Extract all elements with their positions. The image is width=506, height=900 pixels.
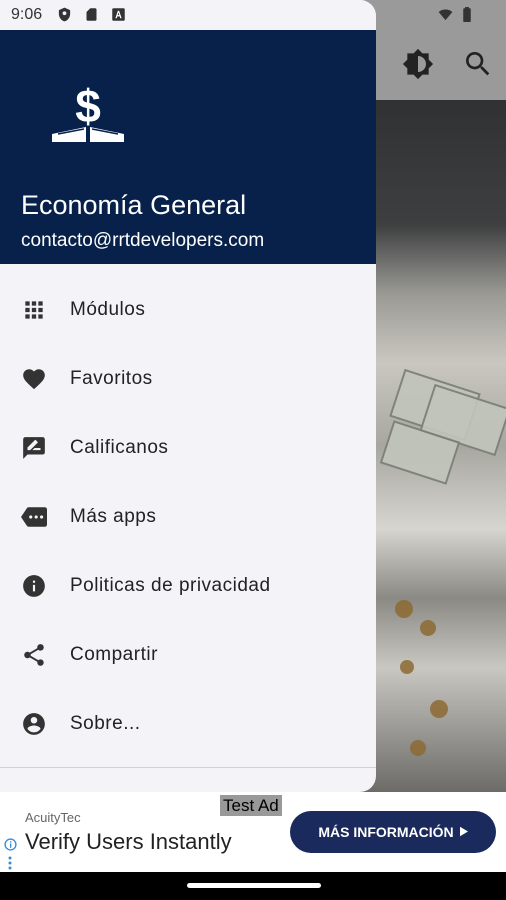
menu-item-compartir[interactable]: Compartir — [0, 625, 376, 685]
shield-icon — [57, 7, 72, 22]
menu-item-calificanos[interactable]: Calificanos — [0, 418, 376, 478]
menu-item-label: Más apps — [70, 506, 157, 527]
menu-item-modulos[interactable]: Módulos — [0, 280, 376, 340]
coin-decoration — [410, 740, 426, 756]
menu-item-label: Favoritos — [70, 368, 153, 389]
coin-decoration — [430, 700, 448, 718]
sim-card-icon — [84, 7, 99, 22]
coin-decoration — [420, 620, 436, 636]
ad-cta-label: MÁS INFORMACIÓN — [318, 824, 454, 840]
grid-icon — [21, 297, 47, 323]
drawer-title: Economía General — [21, 190, 247, 220]
ad-headline[interactable]: Verify Users Instantly — [25, 829, 232, 855]
brightness-icon[interactable] — [402, 48, 434, 80]
menu-item-label: Calificanos — [70, 437, 169, 458]
svg-text:$: $ — [75, 84, 101, 132]
menu-item-label: Módulos — [70, 299, 146, 320]
status-time: 9:06 — [11, 6, 43, 23]
ad-advertiser: AcuityTec — [25, 810, 81, 825]
ad-cta-button[interactable]: MÁS INFORMACIÓN — [290, 811, 496, 853]
navigation-drawer: $ Economía General contacto@rrtdeveloper… — [0, 0, 376, 792]
more-apps-icon — [21, 504, 47, 530]
dollar-book-icon: $ — [50, 80, 126, 146]
menu-item-privacidad[interactable]: Politicas de privacidad — [0, 556, 376, 616]
ad-info-icon[interactable] — [4, 838, 17, 851]
ad-banner[interactable]: Test Ad AcuityTec Verify Users Instantly… — [0, 792, 506, 872]
menu-item-label: Politicas de privacidad — [70, 575, 271, 596]
battery-icon — [462, 7, 472, 22]
system-nav-bar — [0, 872, 506, 900]
home-gesture-handle[interactable] — [187, 883, 321, 888]
font-a-icon — [111, 7, 126, 22]
menu-item-label: Compartir — [70, 644, 158, 665]
play-arrow-icon — [459, 824, 468, 840]
menu-item-label: Sobre... — [70, 713, 141, 734]
coin-decoration — [400, 660, 414, 674]
share-icon — [21, 642, 47, 668]
test-ad-label: Test Ad — [220, 795, 282, 816]
drawer-divider — [0, 767, 376, 768]
ad-dots-icon[interactable] — [8, 856, 12, 870]
rate-review-icon — [21, 435, 47, 461]
drawer-email: contacto@rrtdevelopers.com — [21, 230, 265, 251]
search-icon[interactable] — [462, 48, 494, 80]
menu-item-favoritos[interactable]: Favoritos — [0, 349, 376, 409]
drawer-header: $ Economía General contacto@rrtdeveloper… — [0, 30, 376, 264]
info-icon — [21, 573, 47, 599]
menu-item-mas-apps[interactable]: Más apps — [0, 487, 376, 547]
coin-decoration — [395, 600, 413, 618]
account-circle-icon — [21, 711, 47, 737]
menu-item-sobre[interactable]: Sobre... — [0, 694, 376, 754]
heart-icon — [21, 366, 47, 392]
status-bar: 9:06 — [0, 0, 506, 30]
wifi-icon — [437, 7, 454, 22]
